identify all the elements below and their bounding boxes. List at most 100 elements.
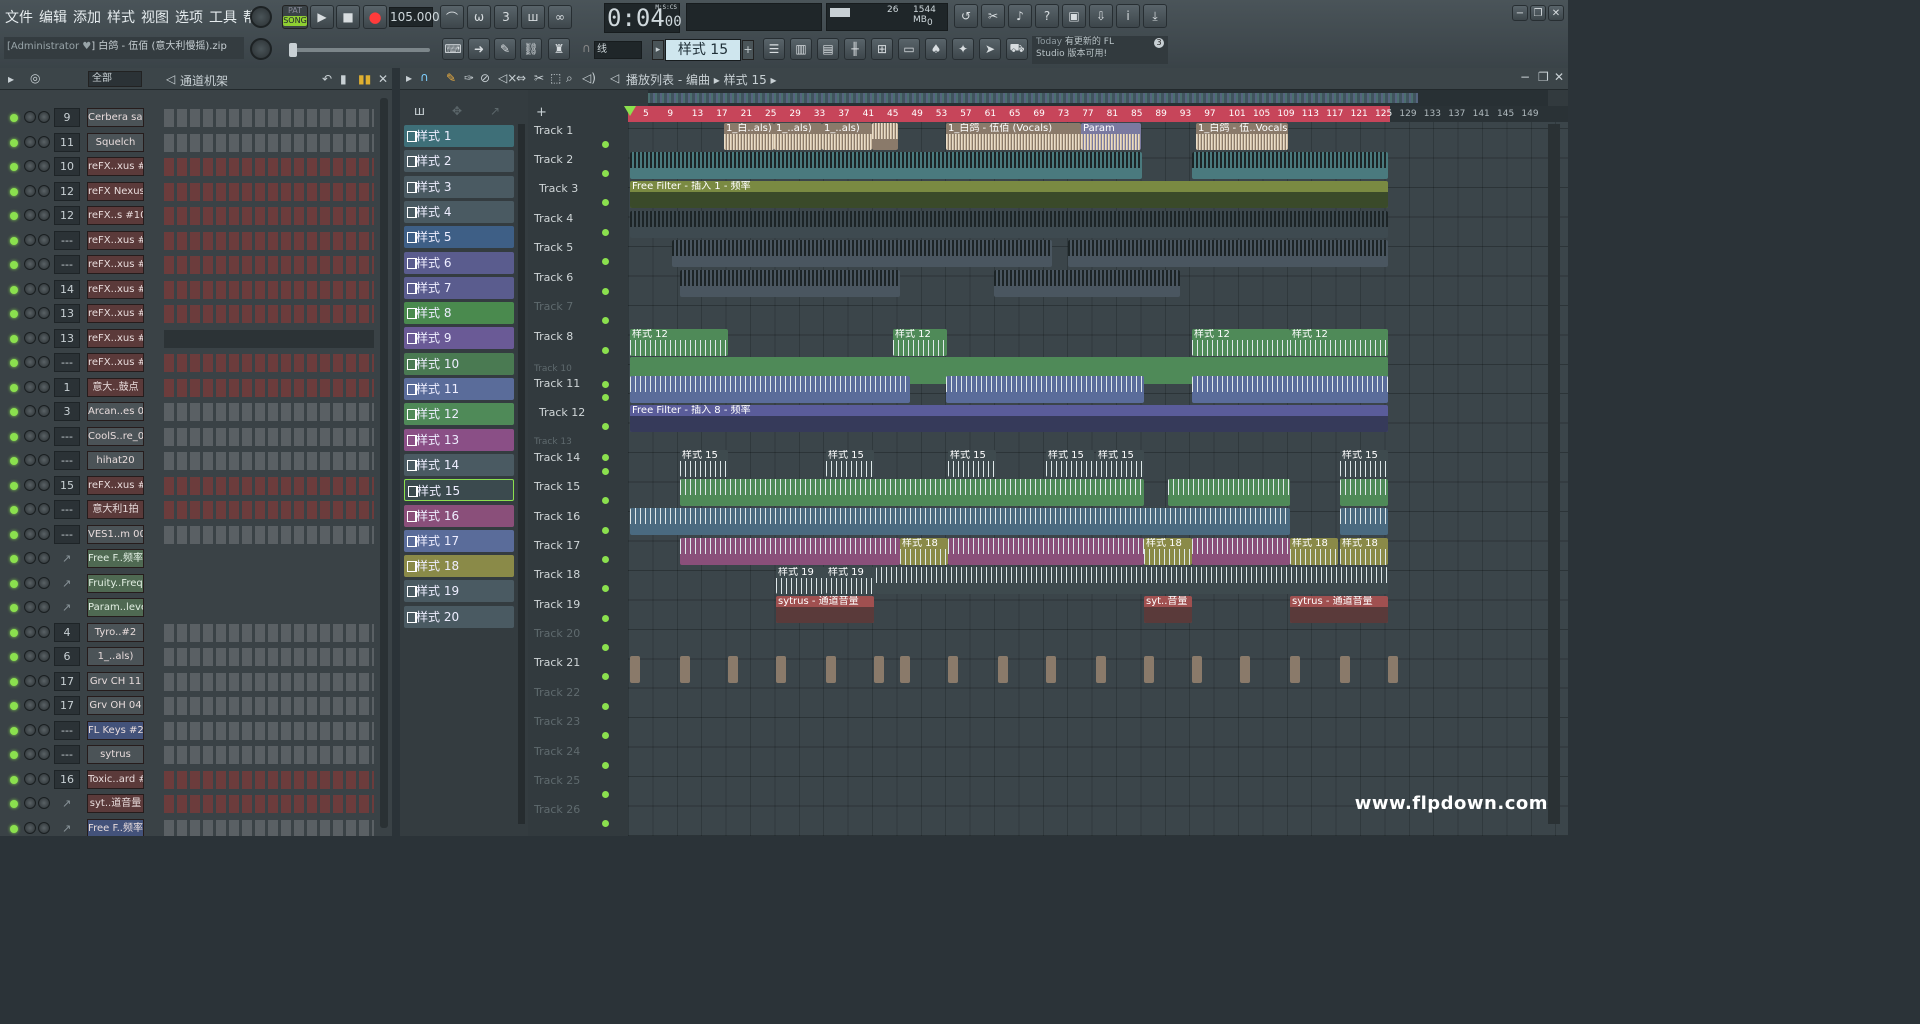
channel-volume-knob[interactable] bbox=[24, 380, 36, 393]
track-active-led[interactable] bbox=[602, 394, 609, 401]
pattern-item[interactable]: 样式 12 bbox=[404, 403, 514, 426]
channel-row[interactable]: --- FL Keys #2 bbox=[0, 719, 392, 744]
channel-name-button[interactable]: 1_..als) bbox=[87, 647, 144, 666]
channel-pan-knob[interactable] bbox=[38, 307, 50, 319]
step-sequencer[interactable] bbox=[164, 354, 374, 372]
channel-name-button[interactable]: reFX..xus #8 bbox=[87, 328, 144, 348]
channel-name-button[interactable]: Grv OH 04 bbox=[87, 696, 144, 715]
step-sequencer[interactable] bbox=[164, 672, 374, 691]
track-active-led[interactable] bbox=[602, 527, 609, 534]
playlist-clip[interactable]: 样式 19 bbox=[776, 567, 826, 594]
channel-name-button[interactable]: reFX..xus #2 bbox=[87, 230, 144, 250]
track-active-led[interactable] bbox=[602, 288, 609, 295]
rack-close-icon[interactable]: ✕ bbox=[378, 72, 388, 86]
channel-pan-knob[interactable] bbox=[38, 821, 50, 834]
playlist-clip[interactable]: 样式 15 bbox=[1340, 450, 1388, 477]
cut-button[interactable]: ✂ bbox=[981, 4, 1005, 28]
channel-pan-knob[interactable] bbox=[38, 772, 50, 785]
channel-mixer-track[interactable]: --- bbox=[54, 500, 80, 519]
channel-mute-led[interactable] bbox=[10, 530, 18, 539]
channel-mixer-track[interactable]: 6 bbox=[54, 647, 80, 666]
channel-volume-knob[interactable] bbox=[24, 356, 36, 368]
song-time-display[interactable]: 0:0400 M:S:CS bbox=[604, 3, 682, 33]
menu-patterns[interactable]: 样式 bbox=[106, 6, 136, 28]
track-name[interactable]: Track 18 bbox=[534, 568, 614, 581]
channel-pan-knob[interactable] bbox=[38, 380, 50, 393]
channel-row[interactable]: ↗ Fruity..Freq bbox=[0, 572, 392, 597]
channel-mute-led[interactable] bbox=[10, 457, 18, 465]
channel-volume-knob[interactable] bbox=[24, 454, 36, 466]
channel-name-button[interactable]: reFX..xus #9 bbox=[87, 157, 144, 176]
channel-volume-knob[interactable] bbox=[24, 282, 36, 295]
channel-name-button[interactable]: hihat20 bbox=[87, 451, 144, 470]
menu-tools[interactable]: 工具 bbox=[208, 6, 238, 28]
master-pitch-handle[interactable] bbox=[289, 43, 297, 57]
channel-volume-knob[interactable] bbox=[24, 748, 36, 760]
track-active-led[interactable] bbox=[602, 468, 609, 475]
step-sequencer[interactable] bbox=[164, 158, 374, 176]
playlist-clip[interactable] bbox=[680, 656, 690, 683]
playlist-scrollbar[interactable] bbox=[1548, 124, 1560, 824]
track-active-led[interactable] bbox=[602, 141, 609, 148]
playlist-clip[interactable]: 样式 18 bbox=[900, 538, 948, 565]
channel-pan-knob[interactable] bbox=[38, 503, 50, 515]
channel-row[interactable]: --- sytrus bbox=[0, 743, 392, 768]
playlist-clip[interactable]: 样式 18 bbox=[1290, 538, 1338, 565]
pattern-item[interactable]: 样式 13 bbox=[404, 428, 514, 451]
channel-name-button[interactable]: Toxic..ard #2 bbox=[87, 769, 144, 789]
channel-mute-led[interactable] bbox=[10, 677, 18, 686]
playlist-clip[interactable] bbox=[680, 479, 1144, 506]
channel-volume-knob[interactable] bbox=[24, 723, 36, 736]
step-sequencer[interactable] bbox=[164, 182, 374, 201]
record-button[interactable]: ● bbox=[363, 5, 387, 29]
playlist-clip[interactable] bbox=[680, 538, 900, 565]
channel-row[interactable]: ↗ Free F..频率 bbox=[0, 547, 392, 572]
master-pitch-knob[interactable] bbox=[250, 38, 272, 60]
track-active-led[interactable] bbox=[602, 497, 609, 504]
piano-roll-button[interactable]: ▥ bbox=[790, 38, 812, 60]
playlist-clip[interactable]: syt..音量 bbox=[1144, 596, 1192, 623]
channel-mute-led[interactable] bbox=[10, 579, 18, 588]
playlist-clip[interactable] bbox=[630, 656, 640, 683]
playlist-clip[interactable] bbox=[1192, 152, 1388, 179]
channel-row[interactable]: 13 reFX..xus #4 bbox=[0, 302, 392, 327]
playlist-clip[interactable] bbox=[680, 270, 900, 297]
channel-volume-knob[interactable] bbox=[24, 258, 36, 270]
playlist-restore-icon[interactable]: ❐ bbox=[1538, 70, 1549, 84]
channel-pan-knob[interactable] bbox=[38, 674, 50, 687]
channel-mute-led[interactable] bbox=[10, 187, 18, 196]
channel-volume-knob[interactable] bbox=[24, 601, 36, 613]
pattern-item[interactable]: 样式 16 bbox=[404, 504, 514, 527]
channel-row[interactable]: 9 Cerbera saw bbox=[0, 106, 392, 131]
track-name[interactable]: Track 8 bbox=[534, 330, 614, 343]
channel-row[interactable]: --- reFX..xus #3 bbox=[0, 253, 392, 278]
step-sequencer[interactable] bbox=[164, 231, 374, 250]
stamp-button[interactable]: ♜ bbox=[548, 38, 570, 60]
pattern-tab-icon[interactable]: ш bbox=[414, 104, 425, 118]
channel-pan-knob[interactable] bbox=[38, 527, 50, 540]
save-button[interactable]: ▣ bbox=[1062, 4, 1086, 28]
playlist-clip[interactable] bbox=[1192, 376, 1388, 403]
channel-pan-knob[interactable] bbox=[38, 601, 50, 613]
channel-pan-knob[interactable] bbox=[38, 160, 50, 172]
graph-icon[interactable]: ▮ bbox=[340, 72, 347, 86]
step-edit-button[interactable]: ➜ bbox=[468, 38, 490, 60]
channel-pan-knob[interactable] bbox=[38, 331, 50, 344]
playlist-minimize-icon[interactable]: − bbox=[1520, 70, 1530, 84]
channel-mute-led[interactable] bbox=[10, 824, 18, 833]
channel-mute-led[interactable] bbox=[10, 261, 18, 269]
playlist-clip[interactable] bbox=[874, 656, 884, 683]
countdown-button[interactable]: 3 bbox=[494, 5, 518, 29]
playlist-clip[interactable]: 样式 15 bbox=[826, 450, 874, 477]
channel-mute-led[interactable] bbox=[10, 751, 18, 759]
channel-name-button[interactable]: Grv CH 11 bbox=[87, 671, 144, 691]
export-button[interactable]: ⇩ bbox=[1089, 4, 1113, 28]
channel-mixer-track[interactable]: 3 bbox=[54, 402, 80, 421]
playlist-clip[interactable]: sytrus - 通道音量 bbox=[776, 596, 874, 623]
add-track-button[interactable]: + bbox=[536, 105, 547, 120]
channel-mixer-track[interactable]: --- bbox=[54, 230, 80, 250]
channel-volume-knob[interactable] bbox=[24, 650, 36, 662]
playlist-clip[interactable]: 样式 18 bbox=[1340, 538, 1388, 565]
menu-file[interactable]: 文件 bbox=[4, 6, 34, 28]
plugin-picker-button[interactable]: ⊞ bbox=[871, 38, 893, 60]
